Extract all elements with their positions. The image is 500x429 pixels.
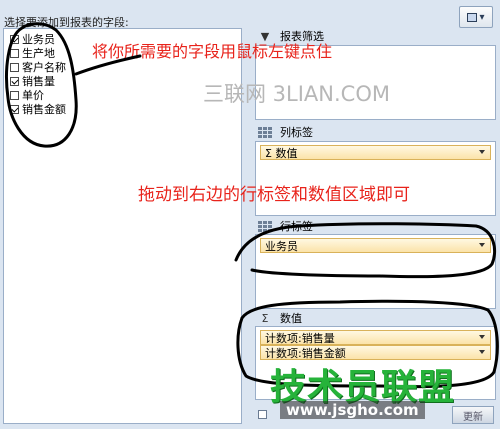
checkbox[interactable] <box>10 48 19 58</box>
field-item[interactable]: 业务员 <box>10 32 55 46</box>
pivot-field-list-pane: 选择要添加到报表的字段: 业务员 生产地 客户名称 销售量 单价 销售金额 ▾ … <box>0 0 500 429</box>
layout-options-button[interactable]: ▾ <box>459 6 493 28</box>
chevron-down-icon[interactable] <box>479 335 485 339</box>
values-header: Σ 数值 <box>258 310 302 326</box>
chevron-down-icon[interactable] <box>479 150 485 154</box>
field-item[interactable]: 单价 <box>10 88 44 102</box>
watermark-url: www.jsgho.com <box>280 401 425 419</box>
field-item[interactable]: 销售金额 <box>10 102 66 116</box>
sigma-icon: Σ <box>261 311 269 325</box>
layout-options-icon <box>467 12 478 22</box>
checkbox[interactable] <box>10 34 19 44</box>
field-label: 销售金额 <box>22 103 66 116</box>
columns-icon <box>258 126 272 138</box>
row-field-pill[interactable]: 业务员 <box>260 238 491 253</box>
column-labels-header: 列标签 <box>258 124 313 140</box>
row-labels-area[interactable]: 业务员 <box>255 234 496 309</box>
value-field-label: 计数项:销售量 <box>265 331 335 345</box>
chevron-down-icon[interactable] <box>479 243 485 247</box>
column-field-pill[interactable]: Σ 数值 <box>260 145 491 160</box>
column-labels-label: 列标签 <box>280 126 313 139</box>
drag-hint-annotation: 将你所需要的字段用鼠标左键点住 <box>92 42 333 61</box>
checkbox[interactable] <box>10 76 19 86</box>
field-item[interactable]: 生产地 <box>10 46 55 60</box>
field-item[interactable]: 客户名称 <box>10 60 66 74</box>
rows-icon <box>258 220 272 232</box>
row-field-label: 业务员 <box>265 239 298 253</box>
chevron-down-icon[interactable] <box>479 350 485 354</box>
checkbox[interactable] <box>10 90 19 100</box>
defer-update-checkbox[interactable] <box>258 410 267 419</box>
column-field-label: Σ 数值 <box>265 146 298 160</box>
checkbox[interactable] <box>10 104 19 114</box>
update-button[interactable]: 更新 <box>452 406 494 424</box>
value-field-pill[interactable]: 计数项:销售量 <box>260 330 491 345</box>
drop-hint-annotation: 拖动到右边的行标签和数值区域即可 <box>138 185 410 205</box>
row-labels-label: 行标签 <box>280 220 313 233</box>
watermark-top: 三联网 3LIAN.COM <box>203 82 390 106</box>
checkbox[interactable] <box>10 62 19 72</box>
chevron-down-icon: ▾ <box>479 11 485 23</box>
row-labels-header: 行标签 <box>258 218 313 234</box>
field-item[interactable]: 销售量 <box>10 74 55 88</box>
values-label: 数值 <box>280 312 302 325</box>
